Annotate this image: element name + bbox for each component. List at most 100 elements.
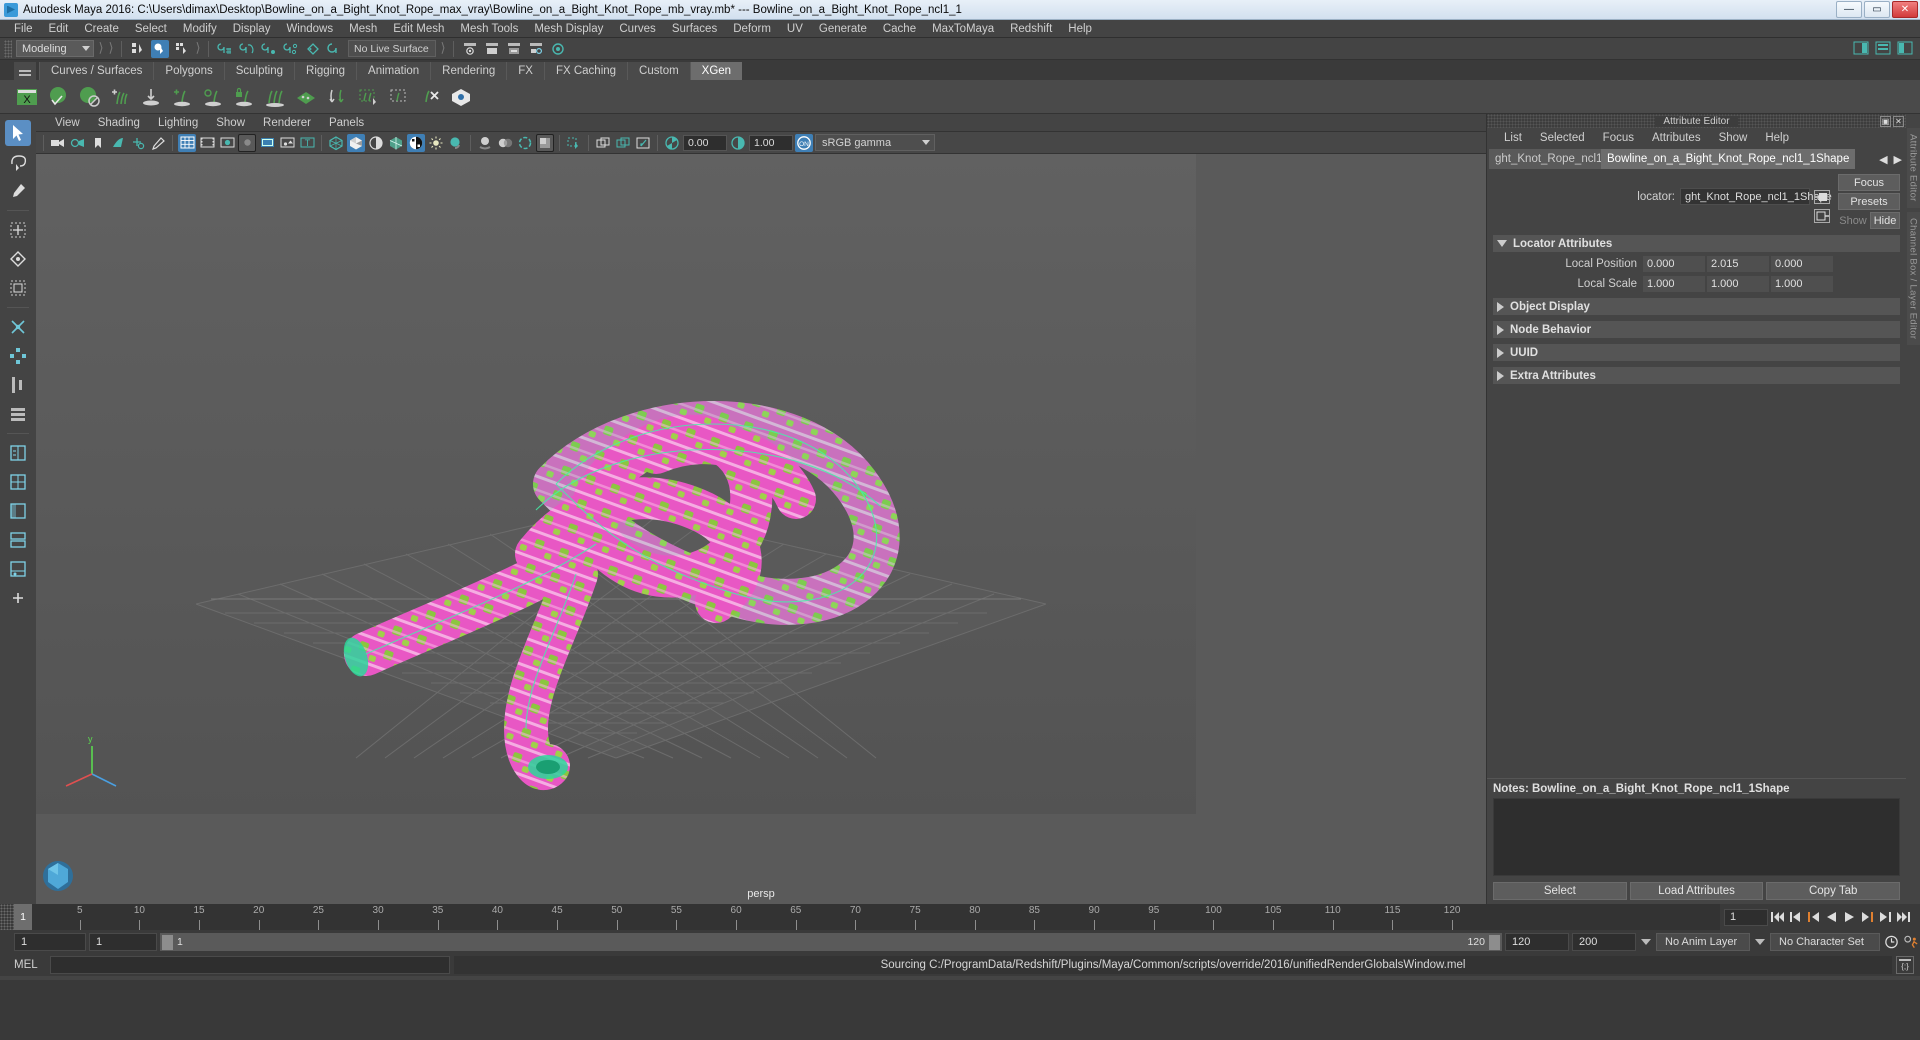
- node-name-field[interactable]: ght_Knot_Rope_ncl1_1Shape: [1680, 188, 1832, 205]
- menu-item-redshift[interactable]: Redshift: [1002, 20, 1060, 38]
- shelf-tab-fx-caching[interactable]: FX Caching: [543, 62, 628, 80]
- section-extra-attributes[interactable]: Extra Attributes: [1493, 367, 1900, 384]
- make-live-icon[interactable]: [326, 40, 344, 58]
- local-position-x[interactable]: 0.000: [1643, 256, 1705, 272]
- add-layout-icon[interactable]: [5, 585, 31, 611]
- xgen-editor-icon[interactable]: X: [14, 84, 40, 110]
- animation-preferences-icon[interactable]: [1883, 933, 1900, 951]
- shelf-tab-rigging[interactable]: Rigging: [294, 62, 357, 80]
- anim-start-field[interactable]: 1: [89, 933, 157, 951]
- depth-of-field-icon[interactable]: [536, 133, 554, 152]
- minimize-button[interactable]: —: [1836, 1, 1862, 18]
- range-start-field[interactable]: 1: [14, 933, 86, 951]
- range-right-handle[interactable]: [1489, 934, 1500, 950]
- paint-select-tool-icon[interactable]: [5, 178, 31, 204]
- smooth-shade-all-icon[interactable]: [347, 133, 365, 152]
- select-tool-icon[interactable]: [5, 120, 31, 146]
- presets-button[interactable]: Presets: [1838, 193, 1900, 210]
- menu-item-windows[interactable]: Windows: [278, 20, 341, 38]
- anti-alias-icon[interactable]: [516, 134, 534, 152]
- menu-item-cache[interactable]: Cache: [875, 20, 924, 38]
- ae-menu-selected[interactable]: Selected: [1531, 132, 1594, 144]
- select-object-icon[interactable]: [151, 39, 169, 58]
- shadows-icon[interactable]: [447, 134, 465, 152]
- notes-textarea[interactable]: [1493, 798, 1900, 876]
- step-back-key-icon[interactable]: [1787, 908, 1804, 926]
- anim-layer-selector[interactable]: No Anim Layer: [1656, 933, 1750, 951]
- menu-item-generate[interactable]: Generate: [811, 20, 875, 38]
- film-gate-display-icon[interactable]: [258, 134, 276, 152]
- snapshot-icon[interactable]: [594, 134, 612, 152]
- add-density-brush-icon[interactable]: [107, 84, 133, 110]
- toolbar-separator[interactable]: ⟩: [98, 40, 104, 57]
- show-hide-eye-icon[interactable]: [461, 40, 479, 58]
- camera-attributes-icon[interactable]: [69, 134, 87, 152]
- scale-tool-icon[interactable]: [5, 275, 31, 301]
- local-position-y[interactable]: 2.015: [1707, 256, 1769, 272]
- hide-button[interactable]: Hide: [1870, 212, 1900, 229]
- xray-icon[interactable]: [278, 134, 296, 152]
- timeline-grip[interactable]: [0, 904, 14, 930]
- menu-item-mesh[interactable]: Mesh: [341, 20, 385, 38]
- anim-end-field[interactable]: 200: [1572, 933, 1636, 951]
- menu-item-deform[interactable]: Deform: [725, 20, 779, 38]
- screen-space-ao-icon[interactable]: [476, 134, 494, 152]
- groom-density-icon[interactable]: [262, 84, 288, 110]
- local-position-z[interactable]: 0.000: [1771, 256, 1833, 272]
- command-language-label[interactable]: MEL: [14, 959, 46, 971]
- texture-map-toggle-icon[interactable]: [407, 133, 425, 152]
- persp-graph-layout-icon[interactable]: [5, 556, 31, 582]
- copy-tab-button[interactable]: Copy Tab: [1766, 882, 1901, 900]
- place-density-icon[interactable]: [138, 84, 164, 110]
- ipr-render-icon[interactable]: [505, 40, 523, 58]
- go-to-end-icon[interactable]: [1895, 908, 1912, 926]
- snap-to-grid-icon[interactable]: [216, 40, 234, 58]
- shelf-tab-xgen[interactable]: XGen: [689, 62, 743, 80]
- show-button[interactable]: Show: [1838, 212, 1868, 229]
- shelf-tab-rendering[interactable]: Rendering: [430, 62, 507, 80]
- live-surface-field[interactable]: No Live Surface: [348, 40, 436, 57]
- output-connection-icon[interactable]: [1814, 209, 1830, 223]
- channel-box-toggle-icon[interactable]: [1874, 39, 1892, 57]
- menu-set-selector[interactable]: Modeling: [16, 40, 94, 57]
- xgen-node-icon[interactable]: [448, 84, 474, 110]
- ae-menu-attributes[interactable]: Attributes: [1643, 132, 1710, 144]
- shelf-tab-polygons[interactable]: Polygons: [153, 62, 224, 80]
- shelf-tab-animation[interactable]: Animation: [356, 62, 431, 80]
- range-left-handle[interactable]: [162, 934, 173, 950]
- menu-item-curves[interactable]: Curves: [611, 20, 663, 38]
- select-hierarchy-icon[interactable]: [129, 40, 147, 58]
- step-forward-frame-icon[interactable]: [1859, 908, 1876, 926]
- add-groom-icon[interactable]: [169, 84, 195, 110]
- toolbar-separator[interactable]: ⟩: [108, 40, 114, 57]
- shelf-tab-custom[interactable]: Custom: [627, 62, 690, 80]
- tab-next-icon[interactable]: ▶: [1894, 153, 1902, 166]
- film-gate-icon[interactable]: [198, 134, 216, 152]
- soft-select-icon[interactable]: [5, 343, 31, 369]
- maximize-button[interactable]: ▭: [1864, 1, 1890, 18]
- image-plane-icon[interactable]: [109, 134, 127, 152]
- outliner-persp-layout-icon[interactable]: [5, 498, 31, 524]
- menu-item-select[interactable]: Select: [127, 20, 175, 38]
- viewport-menu-view[interactable]: View: [46, 117, 89, 129]
- viewport-menu-show[interactable]: Show: [207, 117, 254, 129]
- character-set-dropdown-icon[interactable]: [1753, 933, 1767, 951]
- ae-tab-transform[interactable]: ght_Knot_Rope_ncl1_1: [1489, 149, 1601, 169]
- window-controls[interactable]: — ▭ ✕: [1836, 1, 1918, 18]
- local-scale-x[interactable]: 1.000: [1643, 276, 1705, 292]
- load-attributes-button[interactable]: Load Attributes: [1629, 882, 1764, 900]
- animation-preferences-gear-icon[interactable]: [1903, 933, 1920, 951]
- grid-toggle-icon[interactable]: [178, 133, 196, 152]
- menu-item-uv[interactable]: UV: [779, 20, 811, 38]
- menu-item-mesh-tools[interactable]: Mesh Tools: [452, 20, 526, 38]
- 3d-viewport[interactable]: y persp: [36, 154, 1486, 904]
- show-manipulator-icon[interactable]: [5, 372, 31, 398]
- command-input[interactable]: [50, 956, 450, 974]
- snap-to-projected-center-icon[interactable]: [282, 40, 300, 58]
- local-scale-y[interactable]: 1.000: [1707, 276, 1769, 292]
- color-management-toggle-icon[interactable]: ON: [795, 133, 813, 152]
- section-node-behavior[interactable]: Node Behavior: [1493, 321, 1900, 338]
- wireframe-on-shaded-icon[interactable]: [387, 134, 405, 152]
- wireframe-shading-icon[interactable]: [327, 134, 345, 152]
- shelf-tab-curves-surfaces[interactable]: Curves / Surfaces: [39, 62, 154, 80]
